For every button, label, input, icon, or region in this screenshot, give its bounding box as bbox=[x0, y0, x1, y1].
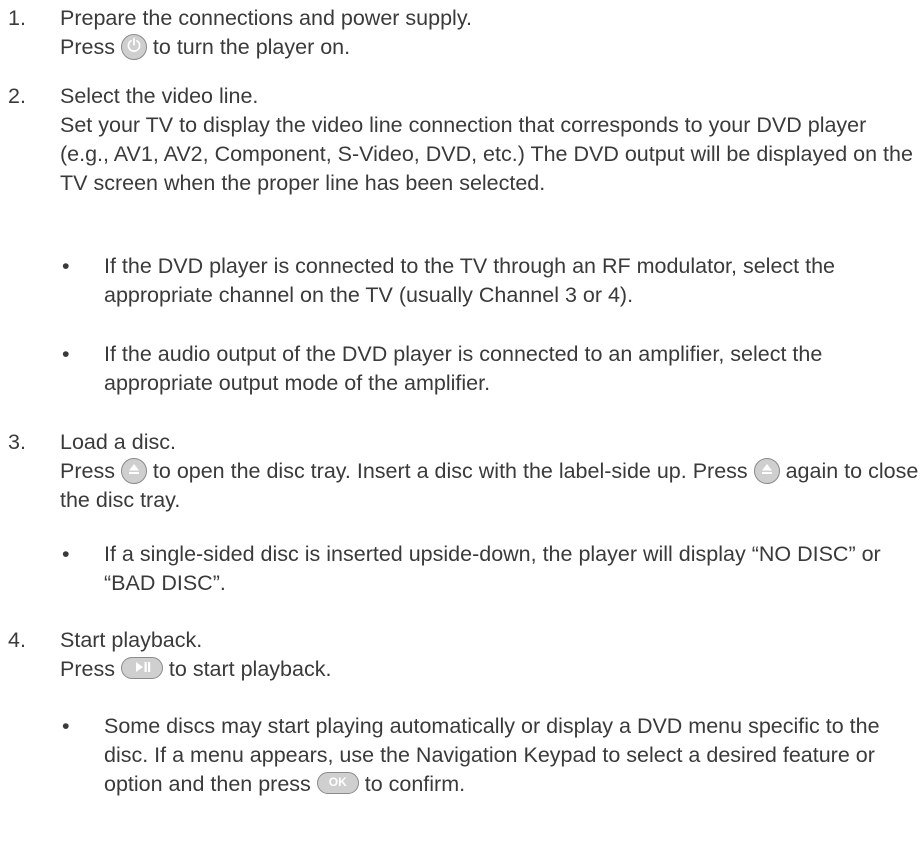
bullet-item: • Some discs may start playing automatic… bbox=[0, 712, 919, 799]
step-1: 1. Prepare the connections and power sup… bbox=[0, 4, 921, 62]
play-pause-icon bbox=[120, 657, 163, 680]
bullet-item: • If a single-sided disc is inserted ups… bbox=[0, 540, 919, 598]
step-2: 2. Select the video line. Set your TV to… bbox=[0, 82, 921, 198]
step-text: Press to turn the player on. bbox=[60, 34, 351, 61]
step-number: 3. bbox=[8, 430, 26, 454]
bullet-dot: • bbox=[62, 254, 70, 278]
step-title: Start playback. bbox=[60, 628, 203, 652]
step-number: 2. bbox=[8, 84, 26, 108]
bullet-item: • If the DVD player is connected to the … bbox=[0, 252, 919, 310]
power-icon bbox=[120, 34, 147, 61]
instructions-page: 1. Prepare the connections and power sup… bbox=[0, 0, 921, 841]
step-number: 4. bbox=[8, 628, 26, 652]
step-title: Select the video line. bbox=[60, 84, 259, 108]
step-4: 4. Start playback. Press to start playba… bbox=[0, 626, 921, 684]
step-3: 3. Load a disc. Press to open the disc t… bbox=[0, 428, 921, 515]
eject-icon bbox=[120, 458, 147, 485]
bullet-dot: • bbox=[62, 542, 70, 566]
eject-icon bbox=[753, 458, 780, 485]
bullet-text: Some discs may start playing automatical… bbox=[104, 714, 880, 796]
step-number: 1. bbox=[8, 6, 26, 30]
bullet-text: If the DVD player is connected to the TV… bbox=[104, 254, 835, 307]
bullet-dot: • bbox=[62, 714, 70, 738]
step-text: Press to open the disc tray. Insert a di… bbox=[60, 458, 919, 512]
step-title: Load a disc. bbox=[60, 430, 176, 454]
bullet-item: • If the audio output of the DVD player … bbox=[0, 340, 919, 398]
bullet-dot: • bbox=[62, 342, 70, 366]
step-text: Set your TV to display the video line co… bbox=[60, 113, 913, 195]
step-text: Press to start playback. bbox=[60, 657, 332, 681]
step-title: Prepare the connections and power supply… bbox=[60, 6, 472, 30]
bullet-text: If a single-sided disc is inserted upsid… bbox=[104, 542, 881, 595]
bullet-text: If the audio output of the DVD player is… bbox=[104, 342, 823, 395]
ok-button-icon: OK bbox=[316, 772, 359, 795]
